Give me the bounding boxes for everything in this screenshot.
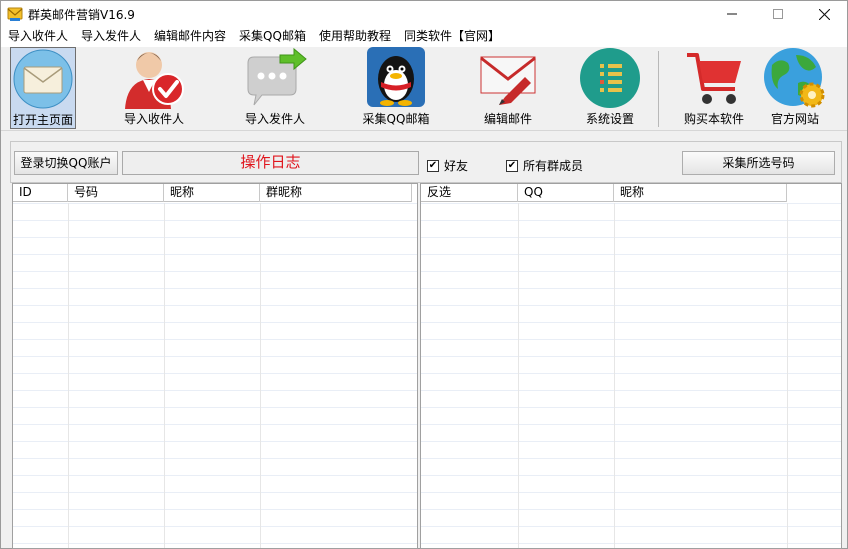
- menu-import-senders[interactable]: 导入发件人: [74, 27, 147, 47]
- column-header-number[interactable]: 号码: [68, 184, 164, 202]
- maximize-button[interactable]: [755, 1, 801, 27]
- all-members-label: 所有群成员: [523, 159, 584, 173]
- all-members-checkbox[interactable]: ✔ 所有群成员: [506, 157, 583, 174]
- column-divider: [260, 203, 261, 548]
- qq-table[interactable]: 反选 QQ 昵称: [420, 183, 842, 549]
- table-header: ID 号码 昵称 群昵称: [13, 184, 412, 202]
- menu-help[interactable]: 使用帮助教程: [312, 27, 397, 47]
- toolbar-import-senders[interactable]: 导入发件人: [238, 47, 312, 129]
- column-divider: [614, 203, 615, 548]
- toolbar-settings[interactable]: 系统设置: [575, 47, 645, 129]
- toolbar-edit-mail[interactable]: 编辑邮件: [471, 47, 545, 129]
- toolbar-import-recipients[interactable]: 导入收件人: [117, 47, 191, 129]
- toolbar-label: 导入收件人: [123, 112, 184, 126]
- friends-checkbox[interactable]: ✔ 好友: [427, 157, 468, 174]
- toolbar-label: 导入发件人: [244, 112, 305, 126]
- menu-import-recipients[interactable]: 导入收件人: [1, 27, 74, 47]
- table-body: [13, 203, 417, 548]
- column-divider: [518, 203, 519, 548]
- column-header-qq[interactable]: QQ: [518, 184, 614, 202]
- table-body: [421, 203, 841, 548]
- shopping-cart-icon: [687, 53, 741, 104]
- column-divider: [68, 203, 69, 548]
- toolbar-separator: [658, 51, 659, 127]
- operation-log: 操作日志: [122, 151, 419, 175]
- menu-collect-qq[interactable]: 采集QQ邮箱: [232, 27, 312, 47]
- minimize-button[interactable]: [709, 1, 755, 27]
- collect-selected-button[interactable]: 采集所选号码: [682, 151, 835, 175]
- toolbar: 打开主页面 导入收件人 导入发件人 采集QQ邮箱 编辑邮件 系统设置 购买本软件…: [1, 47, 847, 131]
- toolbar-label: 打开主页面: [12, 113, 73, 127]
- toolbar-collect-qq[interactable]: 采集QQ邮箱: [359, 47, 433, 129]
- checkbox-box[interactable]: ✔: [506, 159, 518, 172]
- chat-arrow-icon: [247, 47, 307, 106]
- column-divider: [164, 203, 165, 548]
- toolbar-label: 编辑邮件: [483, 112, 532, 126]
- minimize-icon: [727, 13, 737, 15]
- globe-gear-icon: [764, 48, 825, 108]
- envelope-icon: [13, 49, 73, 109]
- toolbar-label: 官方网站: [770, 112, 819, 126]
- toolbar-buy-software[interactable]: 购买本软件: [677, 47, 751, 129]
- checkbox-box[interactable]: ✔: [427, 159, 439, 172]
- column-header-nickname[interactable]: 昵称: [164, 184, 260, 202]
- friends-label: 好友: [444, 159, 469, 173]
- toolbar-label: 系统设置: [585, 112, 634, 126]
- window-title: 群英邮件营销V16.9: [28, 8, 135, 22]
- toolbar-label: 购买本软件: [683, 112, 744, 126]
- login-switch-button[interactable]: 登录切换QQ账户: [14, 151, 118, 175]
- column-header-id[interactable]: ID: [13, 184, 68, 202]
- settings-list-icon: [580, 48, 640, 108]
- column-header-invert[interactable]: 反选: [421, 184, 518, 202]
- toolbar-official-site[interactable]: 官方网站: [759, 47, 831, 129]
- column-divider: [787, 203, 788, 548]
- close-button[interactable]: [801, 1, 847, 27]
- user-check-icon: [125, 52, 184, 109]
- column-header-group-nickname[interactable]: 群昵称: [260, 184, 412, 202]
- control-panel: 登录切换QQ账户 操作日志 ✔ 好友 ✔ 所有群成员 采集所选号码: [10, 141, 842, 183]
- toolbar-label: 采集QQ邮箱: [362, 112, 430, 126]
- toolbar-open-home[interactable]: 打开主页面: [10, 47, 76, 129]
- menu-similar-software[interactable]: 同类软件【官网】: [397, 27, 506, 47]
- app-logo-icon: [7, 7, 23, 21]
- menu-bar: 导入收件人 导入发件人 编辑邮件内容 采集QQ邮箱 使用帮助教程 同类软件【官网…: [1, 27, 847, 47]
- table-header: 反选 QQ 昵称: [421, 184, 787, 202]
- maximize-icon: [773, 9, 783, 19]
- close-icon: [818, 8, 830, 20]
- member-table[interactable]: ID 号码 昵称 群昵称: [12, 183, 418, 549]
- menu-edit-mail[interactable]: 编辑邮件内容: [147, 27, 232, 47]
- qq-penguin-icon: [367, 47, 425, 107]
- column-header-nickname[interactable]: 昵称: [614, 184, 787, 202]
- app-window: 群英邮件营销V16.9 导入收件人 导入发件人 编辑邮件内容 采集QQ邮箱 使用…: [0, 0, 848, 549]
- mail-edit-icon: [480, 56, 536, 105]
- title-bar: 群英邮件营销V16.9: [1, 1, 847, 27]
